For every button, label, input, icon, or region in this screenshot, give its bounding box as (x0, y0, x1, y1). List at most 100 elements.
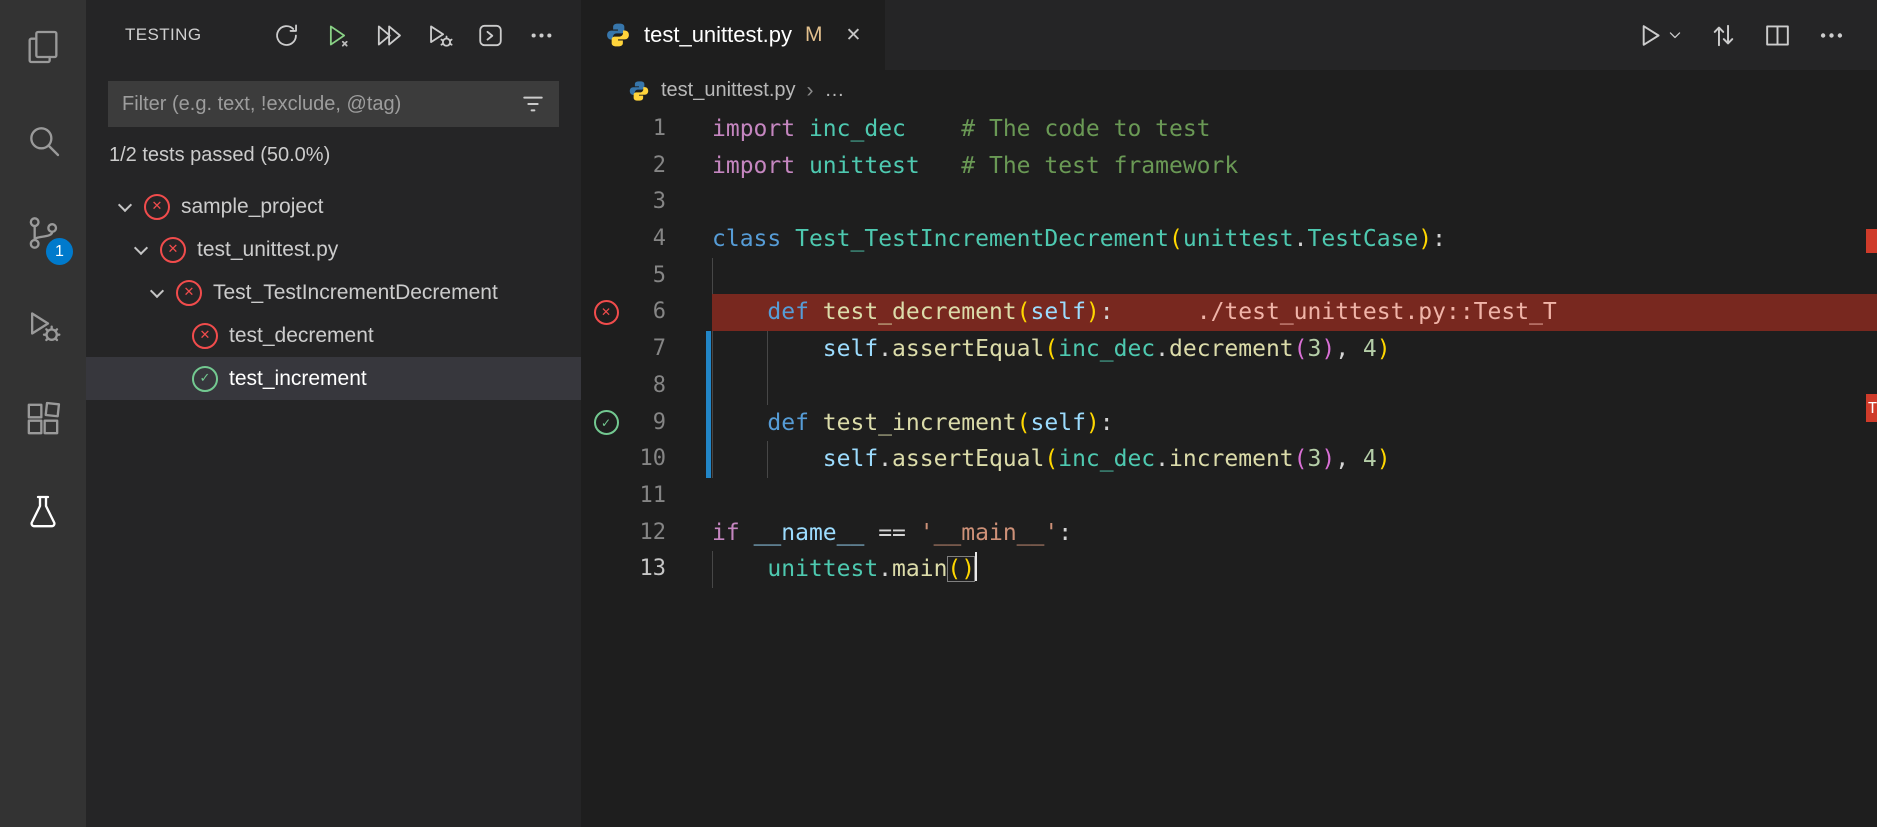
code-line-content: import inc_dec # The code to test (712, 116, 1211, 142)
code-line-2[interactable]: 2 import unittest # The test framework (581, 148, 1877, 185)
line-number: 8 (652, 372, 666, 398)
error-ruler-mark: T (1866, 394, 1877, 422)
code-editor[interactable]: 1 import inc_dec # The code to test 2 impor… (581, 111, 1877, 588)
run-python-file-icon (1642, 24, 1660, 46)
code-line-8[interactable]: 8 (581, 367, 1877, 405)
indent-guide (767, 367, 769, 405)
vscode-window: 1 TESTING Filter (e.g. text, !exclude, @… (0, 0, 1877, 827)
activity-run-and-debug[interactable] (0, 279, 86, 372)
code-line-content (712, 367, 1877, 405)
test-passed-gutter-icon[interactable]: ✓ (593, 410, 619, 436)
line-number: 3 (652, 189, 666, 215)
modified-line-indicator (706, 441, 711, 478)
modified-line-indicator (706, 367, 711, 405)
line-number: 9 (652, 409, 666, 435)
indent-guide (712, 257, 713, 295)
debug-tests-icon (429, 25, 452, 47)
overview-ruler[interactable]: T (1859, 0, 1877, 827)
tree-item-test_decrement[interactable]: ✕ test_decrement (86, 314, 581, 357)
tree-item-sample_project[interactable]: ✕ sample_project (86, 185, 581, 228)
code-line-content: self.assertEqual(inc_dec.decrement(3), 4… (712, 331, 1877, 368)
open-changes-button[interactable] (1707, 19, 1739, 51)
code-line-10[interactable]: 10 self.assertEqual(inc_dec.increment(3)… (581, 441, 1877, 478)
filter-icon[interactable] (519, 90, 547, 118)
line-number: 5 (652, 262, 666, 288)
debug-tests-button[interactable] (423, 19, 455, 51)
more-actions-button[interactable] (525, 19, 557, 51)
tree-item-test_unittest.py[interactable]: ✕ test_unittest.py (86, 228, 581, 271)
tree-item-label: test_decrement (229, 323, 374, 347)
tab-title: test_unittest.py (644, 22, 792, 47)
activity-testing[interactable] (0, 465, 86, 558)
indent-guide (712, 441, 713, 478)
gutter (581, 258, 631, 295)
show-output-icon (478, 24, 502, 46)
run-python-file-button[interactable] (1634, 20, 1685, 51)
error-ruler-mark (1866, 229, 1877, 253)
code-line-content: unittest.main() (712, 551, 1877, 588)
show-output-button[interactable] (474, 19, 506, 51)
tree-item-Test_TestIncrementDecrement[interactable]: ✕ Test_TestIncrementDecrement (86, 271, 581, 314)
chevron-down-icon[interactable] (112, 197, 138, 212)
line-number: 11 (639, 482, 667, 508)
line-number: 4 (652, 226, 666, 252)
test-passed-icon: ✓ (192, 365, 218, 392)
tree-item-label: Test_TestIncrementDecrement (213, 280, 498, 304)
gutter (581, 111, 631, 148)
line-number: 2 (652, 152, 666, 178)
code-line-7[interactable]: 7 self.assertEqual(inc_dec.decrement(3),… (581, 331, 1877, 368)
code-line-9[interactable]: ✓ 9 def test_increment(self): (581, 404, 1877, 442)
tab-bar: test_unittest.py M ✕ (581, 0, 1877, 70)
run-failed-tests-button[interactable] (321, 19, 353, 51)
gutter (581, 184, 631, 221)
tree-item-label: test_increment (229, 366, 367, 390)
editor-more-actions-button[interactable] (1815, 19, 1847, 51)
test-failed-gutter-icon[interactable]: ✕ (593, 300, 619, 326)
code-line-1[interactable]: 1 import inc_dec # The code to test (581, 111, 1877, 148)
code-line-content: self.assertEqual(inc_dec.increment(3), 4… (712, 441, 1877, 478)
chevron-down-icon[interactable] (144, 283, 170, 298)
code-line-content (712, 184, 1877, 221)
scm-badge: 1 (46, 238, 73, 265)
line-number: 1 (652, 116, 666, 141)
gutter (581, 478, 631, 515)
activity-explorer[interactable] (0, 0, 86, 93)
indent-guide (767, 441, 769, 478)
tab-close-button[interactable]: ✕ (845, 24, 861, 47)
activity-source-control[interactable]: 1 (0, 186, 86, 279)
code-line-13[interactable]: 13 unittest.main() (581, 551, 1877, 588)
tests-status-text: 1/2 tests passed (50.0%) (109, 144, 331, 166)
line-number: 7 (652, 336, 666, 362)
gutter (581, 148, 631, 185)
run-all-tests-button[interactable] (372, 19, 404, 51)
run-dropdown-chevron-icon[interactable] (1665, 25, 1685, 45)
files-icon (28, 30, 58, 63)
chevron-down-icon[interactable] (128, 240, 154, 255)
code-line-content: class Test_TestIncrementDecrement(unitte… (712, 226, 1446, 253)
test-filter-input[interactable] (122, 92, 519, 116)
indent-guide (712, 404, 713, 442)
tree-item-test_increment[interactable]: ✓ test_increment (86, 357, 581, 400)
gutter (581, 331, 631, 368)
text-cursor (975, 552, 978, 582)
python-icon (607, 23, 629, 47)
split-editor-button[interactable] (1761, 19, 1793, 51)
tab-modified-badge: M (804, 23, 823, 46)
tab-test-unittest[interactable]: test_unittest.py M ✕ (581, 0, 886, 70)
code-line-5[interactable]: 5 (581, 257, 1877, 295)
indent-guide (712, 331, 713, 368)
refresh-tests-button[interactable] (270, 19, 302, 51)
activity-extensions[interactable] (0, 372, 86, 465)
code-line-content: import unittest # The test framework (712, 152, 1239, 179)
breadcrumb-symbol[interactable]: … (825, 79, 845, 102)
breadcrumb-file[interactable]: test_unittest.py (661, 79, 796, 102)
code-line-3[interactable]: 3 (581, 184, 1877, 221)
activity-search[interactable] (0, 93, 86, 186)
python-icon (629, 80, 649, 101)
code-line-11[interactable]: 11 (581, 478, 1877, 515)
code-line-4[interactable]: 4 class Test_TestIncrementDecrement(unitt… (581, 221, 1877, 258)
open-changes-icon (1713, 24, 1733, 46)
test-failed-icon: ✕ (192, 322, 218, 349)
code-line-12[interactable]: 12 if __name__ == '__main__': (581, 515, 1877, 552)
code-line-6[interactable]: ✕ 6 def test_decrement(self): ./test_unit… (581, 294, 1877, 332)
